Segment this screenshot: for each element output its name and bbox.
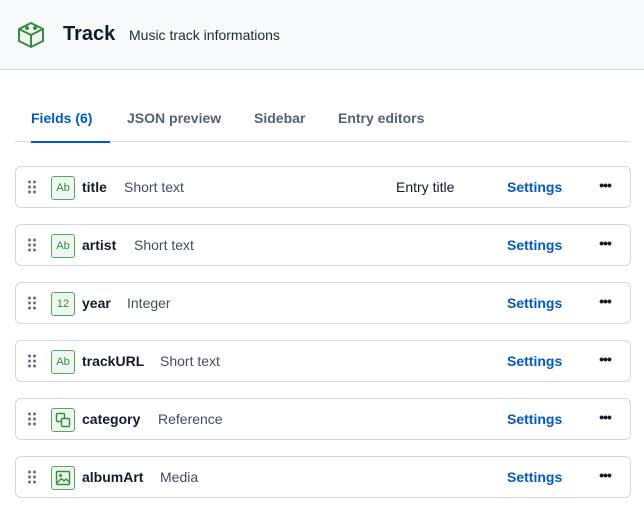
more-options-button[interactable]: ••• bbox=[595, 236, 615, 254]
field-type: Reference bbox=[158, 411, 223, 427]
content-type-header: Track Music track informations bbox=[0, 0, 644, 70]
text-icon: Ab bbox=[51, 234, 75, 258]
drag-handle-icon[interactable] bbox=[27, 238, 37, 252]
settings-button[interactable]: Settings bbox=[507, 353, 562, 369]
field-row-trackurl[interactable]: Ab trackURL Short text Settings ••• bbox=[15, 340, 631, 382]
tab-fields[interactable]: Fields (6) bbox=[31, 103, 110, 143]
field-type: Short text bbox=[134, 237, 194, 253]
reference-icon bbox=[51, 408, 75, 432]
page-description: Music track informations bbox=[129, 27, 280, 43]
more-options-button[interactable]: ••• bbox=[595, 294, 615, 312]
drag-handle-icon[interactable] bbox=[27, 180, 37, 194]
field-name: trackURL bbox=[82, 353, 145, 369]
settings-button[interactable]: Settings bbox=[507, 411, 562, 427]
field-name: albumArt bbox=[82, 469, 144, 485]
more-options-button[interactable]: ••• bbox=[595, 352, 615, 370]
settings-button[interactable]: Settings bbox=[507, 179, 562, 195]
field-row-artist[interactable]: Ab artist Short text Settings ••• bbox=[15, 224, 631, 266]
field-name: category bbox=[82, 411, 141, 427]
more-options-button[interactable]: ••• bbox=[595, 410, 615, 428]
more-options-button[interactable]: ••• bbox=[595, 468, 615, 486]
field-name: title bbox=[82, 179, 107, 195]
drag-handle-icon[interactable] bbox=[27, 296, 37, 310]
drag-handle-icon[interactable] bbox=[27, 412, 37, 426]
field-type: Short text bbox=[160, 353, 220, 369]
more-options-button[interactable]: ••• bbox=[595, 178, 615, 196]
field-row-category[interactable]: category Reference Settings ••• bbox=[15, 398, 631, 440]
field-name: artist bbox=[82, 237, 117, 253]
field-type: Media bbox=[160, 469, 199, 485]
settings-button[interactable]: Settings bbox=[507, 469, 562, 485]
entry-title-label: Entry title bbox=[396, 179, 455, 195]
text-icon: Ab bbox=[51, 350, 75, 374]
text-icon: Ab bbox=[51, 176, 75, 200]
field-row-title[interactable]: Ab title Short text Entry title Settings… bbox=[15, 166, 631, 208]
page-title: Track bbox=[63, 23, 116, 45]
field-type: Integer bbox=[127, 295, 171, 311]
tab-bar: Fields (6) JSON preview Sidebar Entry ed… bbox=[15, 103, 630, 143]
field-name: year bbox=[82, 295, 111, 311]
drag-handle-icon[interactable] bbox=[27, 470, 37, 484]
number-icon: 12 bbox=[51, 292, 75, 316]
field-type: Short text bbox=[124, 179, 184, 195]
content-type-icon bbox=[18, 22, 44, 48]
drag-handle-icon[interactable] bbox=[27, 354, 37, 368]
settings-button[interactable]: Settings bbox=[507, 237, 562, 253]
media-icon bbox=[51, 466, 75, 490]
field-row-year[interactable]: 12 year Integer Settings ••• bbox=[15, 282, 631, 324]
settings-button[interactable]: Settings bbox=[507, 295, 562, 311]
tab-sidebar[interactable]: Sidebar bbox=[254, 103, 305, 142]
tab-entry-editors[interactable]: Entry editors bbox=[338, 103, 424, 142]
tab-json-preview[interactable]: JSON preview bbox=[127, 103, 221, 142]
field-row-albumart[interactable]: albumArt Media Settings ••• bbox=[15, 456, 631, 498]
